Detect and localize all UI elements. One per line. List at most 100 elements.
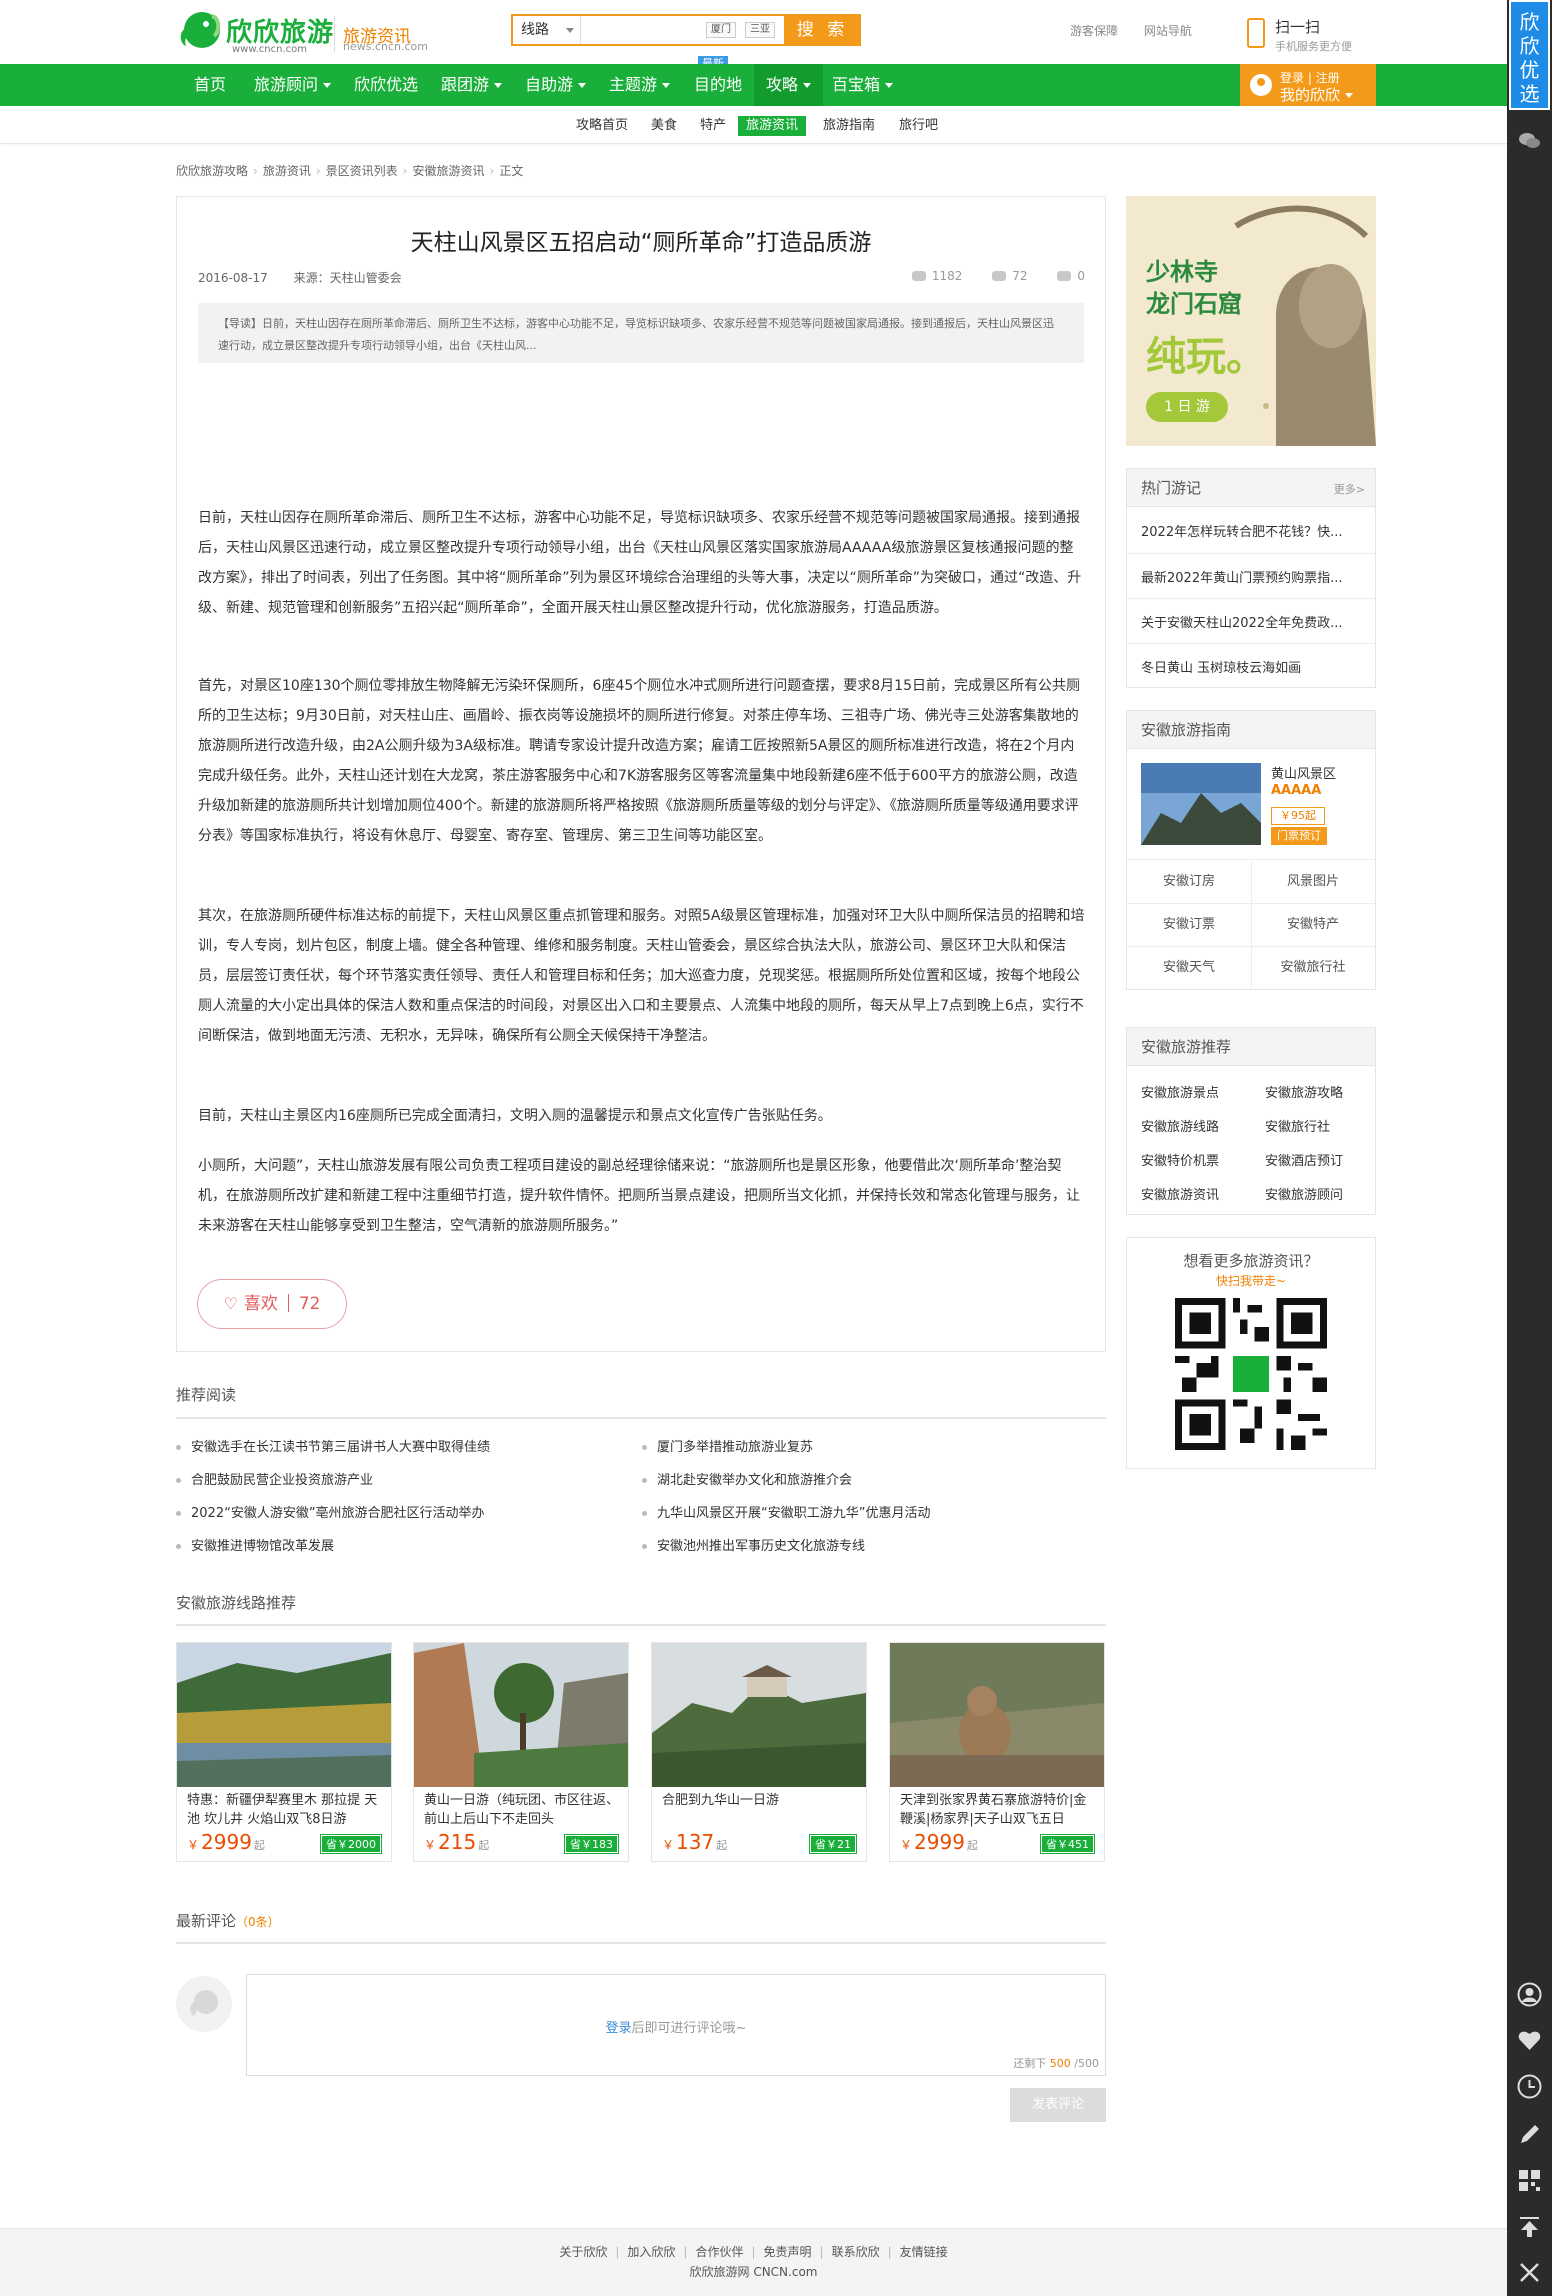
travelogue-link[interactable]: 冬日黄山 玉树琼枝云海如画 — [1141, 657, 1363, 676]
guarantee-link[interactable]: 游客保障 — [1070, 24, 1118, 38]
more-link[interactable]: 更多> — [1334, 481, 1365, 497]
subnav-guide-home[interactable]: 攻略首页 — [576, 116, 628, 136]
back-to-top-icon[interactable] — [1517, 2214, 1542, 2239]
footer-link[interactable]: 加入欣欣 — [627, 2245, 675, 2259]
route-card[interactable]: 黄山一日游（纯玩团、市区往返、前山上后山下不走回头 ￥ 215 起 省￥183 — [413, 1642, 629, 1862]
subnav-food[interactable]: 美食 — [651, 116, 677, 136]
route-card[interactable]: 天津到张家界黄石寨旅游特价|金鞭溪|杨家界|天子山双飞五日 ￥ 2999 起 省￥4… — [889, 1642, 1105, 1862]
breadcrumb-item[interactable]: 安徽旅游资讯 — [412, 164, 484, 178]
comment-input[interactable]: 登录后即可进行评论哦~ 还剩下 500 /500 — [246, 1974, 1106, 2076]
search-type-select[interactable]: 线路 — [513, 16, 581, 44]
wechat-icon[interactable] — [1517, 128, 1542, 153]
recommend-link[interactable]: 2022“安徽人游安徽”亳州旅游合肥社区行活动举办 — [176, 1502, 485, 1521]
nav-guide[interactable]: 攻略 — [754, 64, 824, 106]
price-suffix: 起 — [478, 1839, 490, 1852]
article-summary: 【导读】日前，天柱山因存在厕所革命滞后、厕所卫生不达标，游客中心功能不足，导览标… — [198, 303, 1084, 363]
close-icon[interactable] — [1517, 2260, 1542, 2285]
route-price: ￥ 215 起 — [424, 1830, 489, 1854]
huangshan-image[interactable] — [1141, 763, 1261, 845]
recommend-box-link[interactable]: 安徽酒店预订 — [1265, 1150, 1343, 1169]
recommend-link[interactable]: 九华山风景区开展“安徽职工游九华”优惠月活动 — [642, 1502, 930, 1521]
nav-self-tour[interactable]: 自助游 — [525, 64, 586, 106]
nav-toolbox[interactable]: 百宝箱 — [832, 64, 893, 106]
my-account[interactable]: 我的欣欣 — [1280, 84, 1353, 105]
recommend-box-link[interactable]: 安徽旅游资讯 — [1141, 1184, 1219, 1203]
recommend-box-link[interactable]: 安徽旅游攻略 — [1265, 1082, 1343, 1101]
site-nav-link[interactable]: 网站导航 — [1144, 24, 1192, 38]
like-label: 喜欢 — [243, 1294, 278, 1314]
nav-home[interactable]: 首页 — [176, 64, 244, 106]
comments-title: 最新评论（0条） — [176, 1910, 280, 1931]
qr-code-icon[interactable] — [1517, 2168, 1542, 2193]
search-hot-keyword[interactable]: 厦门 — [706, 22, 736, 38]
comment-hint-text: 后即可进行评论哦~ — [631, 2021, 747, 2036]
recommend-link[interactable]: 合肥鼓励民营企业投资旅游产业 — [176, 1469, 373, 1488]
route-image — [652, 1643, 866, 1787]
view-count-value: 1182 — [931, 269, 963, 283]
sidebar-ad-banner[interactable]: 少林寺 龙门石窟 纯玩。 1 日 游 — [1126, 196, 1376, 446]
comment-count: 0 — [1057, 269, 1085, 283]
guide-link[interactable]: 风景图片 — [1251, 861, 1375, 903]
footer-link[interactable]: 友情链接 — [900, 2245, 948, 2259]
breadcrumb-item[interactable]: 旅游资讯 — [263, 164, 311, 178]
section-divider — [176, 1624, 1106, 1626]
guide-link[interactable]: 安徽订房 — [1127, 861, 1251, 903]
travelogue-link[interactable]: 最新2022年黄山门票预约购票指... — [1141, 567, 1363, 586]
search-button[interactable]: 搜 索 — [784, 14, 861, 46]
like-button[interactable]: ♡ 喜欢 72 — [197, 1279, 347, 1329]
article-source: 来源：天柱山管委会 — [293, 271, 402, 285]
view-count: 1182 — [911, 269, 963, 283]
recommend-box-link[interactable]: 安徽旅游景点 — [1141, 1082, 1219, 1101]
article-stats: 1182 72 0 — [886, 269, 1085, 283]
recommend-box-link[interactable]: 安徽特价机票 — [1141, 1150, 1219, 1169]
footer-link[interactable]: 关于欣欣 — [559, 2245, 607, 2259]
char-counter-label: 还剩下 — [1013, 2057, 1047, 2070]
recommend-link[interactable]: 湖北赴安徽举办文化和旅游推介会 — [642, 1469, 852, 1488]
site-logo[interactable]: 欣欣旅游 www.cncn.com — [176, 6, 364, 58]
nav-group-tour[interactable]: 跟团游 — [441, 64, 502, 106]
nav-theme-tour[interactable]: 主题游 — [609, 64, 670, 106]
currency-symbol: ￥ — [424, 1838, 437, 1852]
youxuan-button[interactable]: 欣欣优选 — [1509, 0, 1550, 110]
footer-link[interactable]: 免责声明 — [764, 2245, 812, 2259]
login-box[interactable]: 登录 | 注册 我的欣欣 — [1240, 64, 1376, 106]
footer-link[interactable]: 联系欣欣 — [832, 2245, 880, 2259]
guide-link[interactable]: 安徽旅行社 — [1251, 947, 1375, 989]
guide-link[interactable]: 安徽特产 — [1251, 904, 1375, 946]
route-name: 合肥到九华山一日游 — [662, 1793, 780, 1808]
subnav-travel-bar[interactable]: 旅行吧 — [899, 116, 938, 136]
recommend-box-link[interactable]: 安徽旅游线路 — [1141, 1116, 1219, 1135]
ticket-booking-button[interactable]: 门票预订 — [1271, 827, 1327, 845]
travelogue-link[interactable]: 关于安徽天柱山2022全年免费政... — [1141, 612, 1363, 631]
recommend-box-link[interactable]: 安徽旅游顾问 — [1265, 1184, 1343, 1203]
user-icon[interactable] — [1517, 1982, 1542, 2007]
travelogue-link[interactable]: 2022年怎样玩转合肥不花钱？快... — [1141, 521, 1363, 540]
subnav-travel-guide[interactable]: 旅游指南 — [823, 116, 875, 136]
breadcrumb-item[interactable]: 欣欣旅游攻略 — [176, 164, 248, 178]
heart-icon[interactable] — [1517, 2028, 1542, 2053]
recommend-link[interactable]: 安徽选手在长江读书节第三届讲书人大赛中取得佳绩 — [176, 1436, 490, 1455]
like-count: 72 — [992, 269, 1028, 283]
footer-link[interactable]: 合作伙伴 — [695, 2245, 743, 2259]
guide-spot-name[interactable]: 黄山风景区 — [1271, 763, 1336, 782]
route-card[interactable]: 合肥到九华山一日游 ￥ 137 起 省￥21 — [651, 1642, 867, 1862]
subnav-specialty[interactable]: 特产 — [700, 116, 726, 136]
recommend-link[interactable]: 安徽池州推出军事历史文化旅游专线 — [642, 1535, 865, 1554]
nav-travel-advisor[interactable]: 旅游顾问 — [254, 64, 331, 106]
guide-link[interactable]: 安徽天气 — [1127, 947, 1251, 989]
search-hot-keyword[interactable]: 三亚 — [745, 22, 775, 38]
nav-selected[interactable]: 欣欣优选 — [354, 64, 418, 106]
recommend-link[interactable]: 安徽推进博物馆改革发展 — [176, 1535, 334, 1554]
nav-destination[interactable]: 目的地 — [694, 64, 742, 106]
recommend-link[interactable]: 厦门多举措推动旅游业复苏 — [642, 1436, 813, 1455]
guide-link[interactable]: 安徽订票 — [1127, 904, 1251, 946]
recommend-box-link[interactable]: 安徽旅行社 — [1265, 1116, 1330, 1135]
login-link[interactable]: 登录 — [606, 2021, 632, 2036]
post-comment-button[interactable]: 发表评论 — [1010, 2088, 1106, 2122]
edit-icon[interactable] — [1517, 2122, 1542, 2147]
subnav-news[interactable]: 旅游资讯 — [738, 116, 807, 136]
history-icon[interactable] — [1517, 2074, 1542, 2099]
chevron-down-icon — [1344, 93, 1353, 98]
breadcrumb-item[interactable]: 景区资讯列表 — [326, 164, 398, 178]
route-card[interactable]: 特惠：新疆伊犁赛里木 那拉提 天池 坎儿井 火焰山双飞8日游 ￥ 2999 起 省￥… — [176, 1642, 392, 1862]
